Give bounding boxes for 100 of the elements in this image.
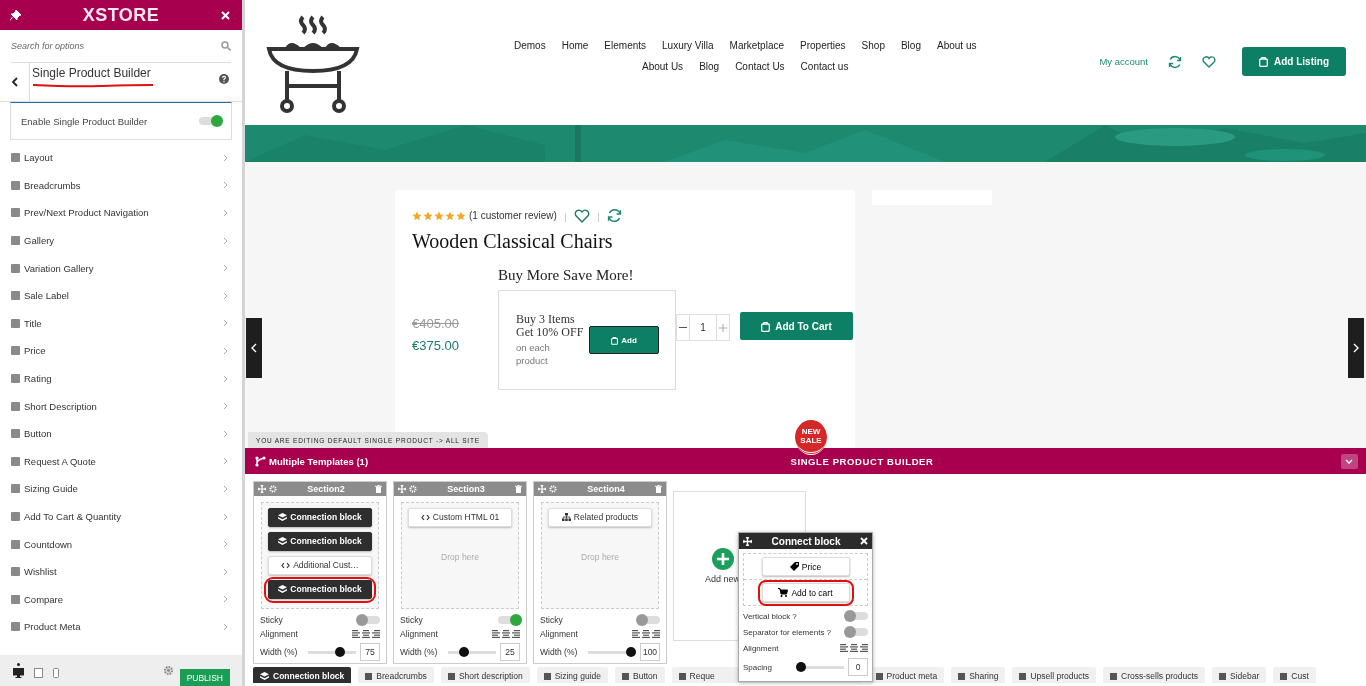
refresh-icon[interactable] [606,208,622,223]
block-chip[interactable]: Cross-sells products [1103,667,1206,683]
help-icon[interactable] [219,74,229,84]
block-button[interactable]: Price [761,557,850,576]
sidebar-item[interactable]: Countdown [0,530,242,558]
block-chip[interactable]: Breadcrumbs [358,667,434,683]
align-center-icon[interactable] [850,644,858,652]
trash-icon[interactable] [375,484,382,493]
add-listing-button[interactable]: Add Listing [1242,47,1346,76]
sidebar-item[interactable]: Short Description [0,392,242,420]
search-icon[interactable] [221,41,231,51]
heart-icon[interactable] [1202,55,1216,68]
templates-button[interactable]: Multiple Templates (1) [255,455,385,467]
close-icon[interactable] [221,10,230,20]
nav-link[interactable]: Elements [604,39,647,51]
nav-link[interactable]: Properties [800,39,846,51]
sidebar-item[interactable]: Request A Quote [0,447,242,476]
trash-icon[interactable] [655,484,662,493]
sidebar-item[interactable]: Sale Label [0,281,242,310]
close-icon[interactable] [860,537,868,545]
number-field[interactable]: 75 [360,643,380,662]
settings-icon[interactable] [162,665,174,676]
slider-thumb[interactable] [796,662,806,672]
nav-link[interactable]: Blog [900,39,921,51]
sidebar-item[interactable]: Rating [0,364,242,393]
sidebar-item[interactable]: Layout [0,144,242,172]
block-button[interactable]: Connection block [268,507,372,527]
trash-icon[interactable] [515,484,522,493]
sidebar-item[interactable]: Gallery [0,226,242,255]
nav-link[interactable]: Marketplace [729,39,784,51]
desktop-icon[interactable] [13,668,24,678]
number-field[interactable]: 25 [500,643,520,662]
toggle-switch[interactable] [846,612,868,620]
add-to-cart-button[interactable]: Add To Cart [740,312,853,340]
sidebar-item[interactable]: Sizing Guide [0,475,242,503]
align-right-icon[interactable] [860,644,868,652]
block-chip[interactable]: Sharing [951,667,1006,683]
align-left-icon[interactable] [492,630,500,639]
sidebar-item[interactable]: Prev/Next Product Navigation [0,199,242,227]
block-chip[interactable]: Sizing guide [536,667,608,683]
heart-icon[interactable] [573,208,590,223]
sidebar-item[interactable]: Breadcrumbs [0,171,242,200]
align-center-icon[interactable] [502,630,510,639]
nav-link[interactable]: Contact Us [735,60,785,72]
account-link[interactable]: My account [1099,56,1148,67]
block-button[interactable]: Connection block [268,531,372,551]
align-center-icon[interactable] [362,630,370,639]
nav-link[interactable]: Demos [513,39,546,51]
slider-thumb[interactable] [335,647,346,658]
align-center-icon[interactable] [642,630,650,639]
mobile-icon[interactable] [53,668,59,678]
toggle-switch[interactable] [638,616,660,625]
sidebar-item[interactable]: Variation Gallery [0,254,242,282]
plus-circle-icon[interactable] [711,548,734,570]
slider-thumb[interactable] [459,647,470,658]
number-field[interactable]: 0 [848,658,868,676]
add-button[interactable]: Add [589,326,659,354]
block-button[interactable]: Custom HTML 01 [408,507,512,527]
align-right-icon[interactable] [652,630,660,639]
block-chip[interactable]: Upsell products [1012,667,1097,683]
align-left-icon[interactable] [840,644,848,652]
block-chip[interactable]: Product meta [868,667,945,683]
nav-link[interactable]: Shop [861,39,885,51]
block-button[interactable]: Additional Cust… [268,555,372,575]
refresh-icon[interactable] [1168,54,1182,69]
pin-icon[interactable] [10,9,21,21]
search-field[interactable]: Search for options [11,41,221,51]
sidebar-item[interactable]: Add To Cart & Quantity [0,502,242,531]
sidebar-item[interactable]: Product Meta [0,613,242,641]
move-icon[interactable] [743,536,752,546]
align-left-icon[interactable] [352,630,360,639]
align-right-icon[interactable] [372,630,380,639]
toggle-switch[interactable] [199,117,221,125]
align-left-icon[interactable] [632,630,640,639]
nav-link[interactable]: Blog [699,60,720,72]
nav-link[interactable]: Home [561,39,589,51]
toggle-switch[interactable] [498,616,520,625]
nav-link[interactable]: About Us [642,60,684,72]
nav-link[interactable]: Luxury Villa [662,39,714,51]
previous-arrow-button[interactable] [246,318,262,378]
block-chip[interactable]: Sidebar [1212,667,1267,683]
nav-link[interactable]: Contact us [800,60,849,72]
align-right-icon[interactable] [512,630,520,639]
toggle-switch[interactable] [358,616,380,625]
grill-logo[interactable] [265,13,361,114]
toggle-switch[interactable] [846,628,868,636]
sidebar-item[interactable]: Compare [0,585,242,614]
next-arrow-button[interactable] [1348,318,1364,378]
slider-thumb[interactable] [626,647,636,658]
tablet-icon[interactable] [34,668,43,678]
number-field[interactable]: 100 [640,643,660,662]
sidebar-item[interactable]: Button [0,419,242,448]
block-chip[interactable]: Short description [440,667,530,683]
sidebar-item[interactable]: Title [0,309,242,338]
sidebar-item[interactable]: Price [0,337,242,365]
block-button[interactable]: Related products [548,507,652,527]
sidebar-item[interactable]: Wishlist [0,557,242,586]
block-chip[interactable]: Connection block [253,667,352,683]
collapse-button[interactable] [1341,453,1358,469]
block-chip[interactable]: Cust [1273,667,1316,683]
